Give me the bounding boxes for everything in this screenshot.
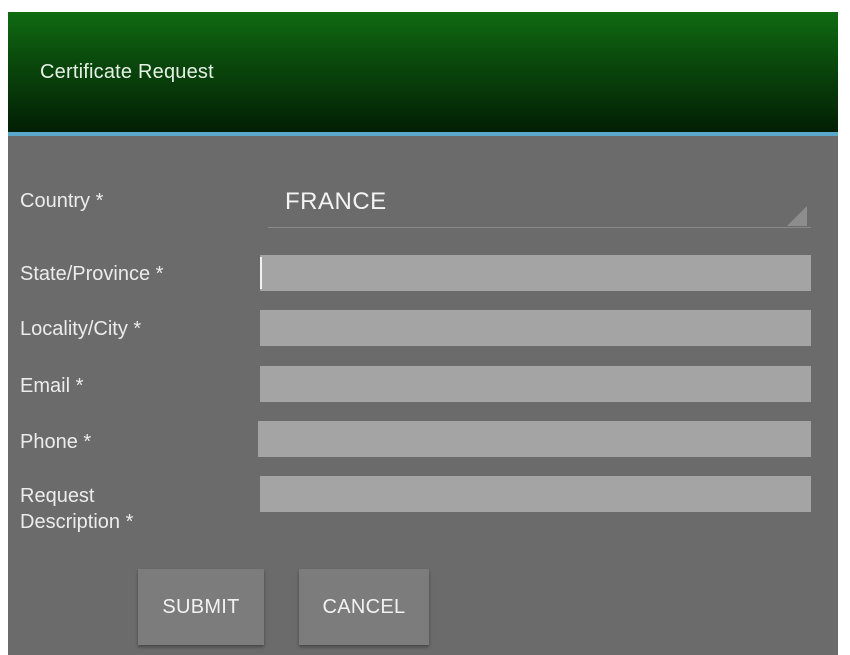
- text-cursor: [260, 257, 262, 289]
- submit-button[interactable]: SUBMIT: [138, 569, 264, 645]
- state-province-label: State/Province *: [20, 263, 164, 285]
- country-selected-value: FRANCE: [285, 188, 387, 215]
- country-label: Country *: [20, 190, 104, 212]
- country-select[interactable]: FRANCE: [268, 180, 811, 228]
- country-select-underline: [268, 227, 811, 228]
- dropdown-corner-icon: [787, 206, 807, 226]
- request-description-label-line2: Description *: [20, 511, 134, 533]
- dialog-title: Certificate Request: [40, 61, 214, 83]
- request-description-label-line1: Request: [20, 485, 95, 507]
- state-province-input[interactable]: [260, 255, 811, 291]
- phone-input[interactable]: [258, 421, 811, 457]
- phone-label: Phone *: [20, 431, 92, 453]
- email-label: Email *: [20, 375, 84, 397]
- email-input[interactable]: [260, 366, 811, 402]
- locality-city-input[interactable]: [260, 310, 811, 346]
- cancel-button[interactable]: CANCEL: [299, 569, 429, 645]
- locality-city-label: Locality/City *: [20, 318, 142, 340]
- request-description-input[interactable]: [260, 476, 811, 512]
- certificate-request-dialog: Certificate Request Country * FRANCE Sta…: [8, 12, 838, 655]
- request-description-label: Request Description *: [20, 483, 133, 535]
- title-divider: [8, 132, 838, 136]
- title-bar: Certificate Request: [8, 12, 838, 132]
